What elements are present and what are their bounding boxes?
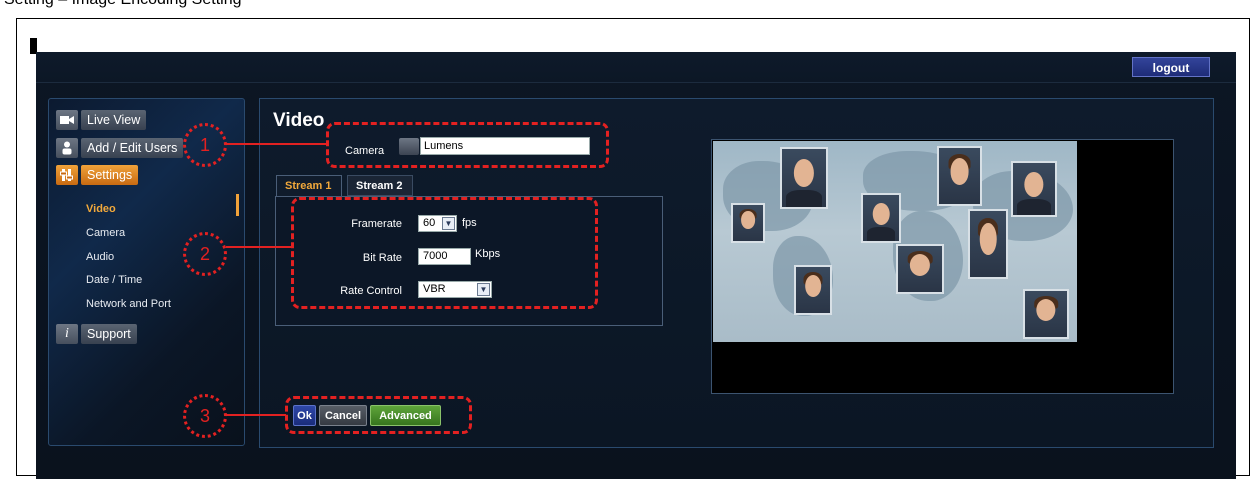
photo-detail bbox=[1024, 172, 1044, 198]
person-photo bbox=[937, 146, 982, 206]
sidebar-item-add-edit-users[interactable]: Add / Edit Users bbox=[56, 137, 184, 158]
annotation-line-2 bbox=[226, 246, 292, 248]
photo-detail bbox=[909, 254, 931, 277]
active-indicator bbox=[236, 194, 239, 216]
person-photo bbox=[861, 193, 901, 243]
photo-detail bbox=[786, 189, 822, 207]
sidebar-item-settings[interactable]: Settings bbox=[56, 164, 139, 185]
photo-detail bbox=[1036, 299, 1056, 322]
page-title: Video bbox=[273, 110, 325, 131]
sidebar-subitem-date-time[interactable]: Date / Time bbox=[86, 274, 142, 286]
annotation-number: 1 bbox=[199, 134, 210, 155]
top-bar: logout bbox=[36, 52, 1236, 83]
document-heading: Setting – Image Encoding Setting bbox=[4, 0, 242, 9]
sidebar-subitem-network-and-port[interactable]: Network and Port bbox=[86, 298, 171, 310]
info-icon: i bbox=[56, 323, 78, 344]
camera-icon bbox=[56, 109, 78, 130]
photo-detail bbox=[872, 203, 890, 226]
photo-detail bbox=[805, 275, 821, 298]
annotation-marker-3: 3 bbox=[183, 394, 227, 438]
sidebar-item-label: Settings bbox=[81, 164, 139, 185]
annotation-line-1 bbox=[226, 143, 326, 145]
settings-icon bbox=[56, 164, 78, 185]
person-photo bbox=[1023, 289, 1069, 339]
photo-detail bbox=[979, 222, 997, 255]
annotation-box-1 bbox=[326, 122, 609, 168]
sidebar-subitem-video[interactable]: Video bbox=[86, 203, 116, 215]
logout-button[interactable]: logout bbox=[1132, 57, 1210, 77]
annotation-box-3 bbox=[285, 396, 472, 434]
sidebar-item-label: Support bbox=[81, 323, 137, 344]
users-icon bbox=[56, 137, 78, 158]
sidebar-subitem-audio[interactable]: Audio bbox=[86, 251, 114, 263]
annotation-line-3 bbox=[226, 414, 286, 416]
photo-detail bbox=[793, 159, 815, 188]
tab-stream-1[interactable]: Stream 1 bbox=[276, 175, 342, 196]
photo-detail bbox=[1017, 199, 1051, 215]
sidebar-item-live-view[interactable]: Live View bbox=[56, 109, 147, 130]
annotation-box-2 bbox=[291, 197, 598, 309]
video-preview bbox=[711, 139, 1174, 394]
photo-detail bbox=[950, 158, 969, 185]
person-photo bbox=[731, 203, 765, 243]
person-photo bbox=[780, 147, 828, 209]
person-photo bbox=[794, 265, 832, 315]
tab-stream-2[interactable]: Stream 2 bbox=[347, 175, 413, 196]
preview-image bbox=[713, 141, 1077, 342]
person-photo bbox=[1011, 161, 1057, 217]
photo-detail bbox=[866, 227, 896, 241]
annotation-number: 3 bbox=[199, 405, 210, 426]
sidebar-item-label: Add / Edit Users bbox=[81, 137, 184, 158]
photo-detail bbox=[741, 211, 755, 229]
annotation-number: 2 bbox=[199, 243, 210, 264]
person-photo bbox=[968, 209, 1008, 279]
person-photo bbox=[896, 244, 944, 294]
sidebar-item-support[interactable]: i Support bbox=[56, 323, 137, 344]
annotation-marker-1: 1 bbox=[183, 123, 227, 167]
annotation-marker-2: 2 bbox=[183, 232, 227, 276]
sidebar-subitem-camera[interactable]: Camera bbox=[86, 227, 125, 239]
sidebar-item-label: Live View bbox=[81, 109, 147, 130]
